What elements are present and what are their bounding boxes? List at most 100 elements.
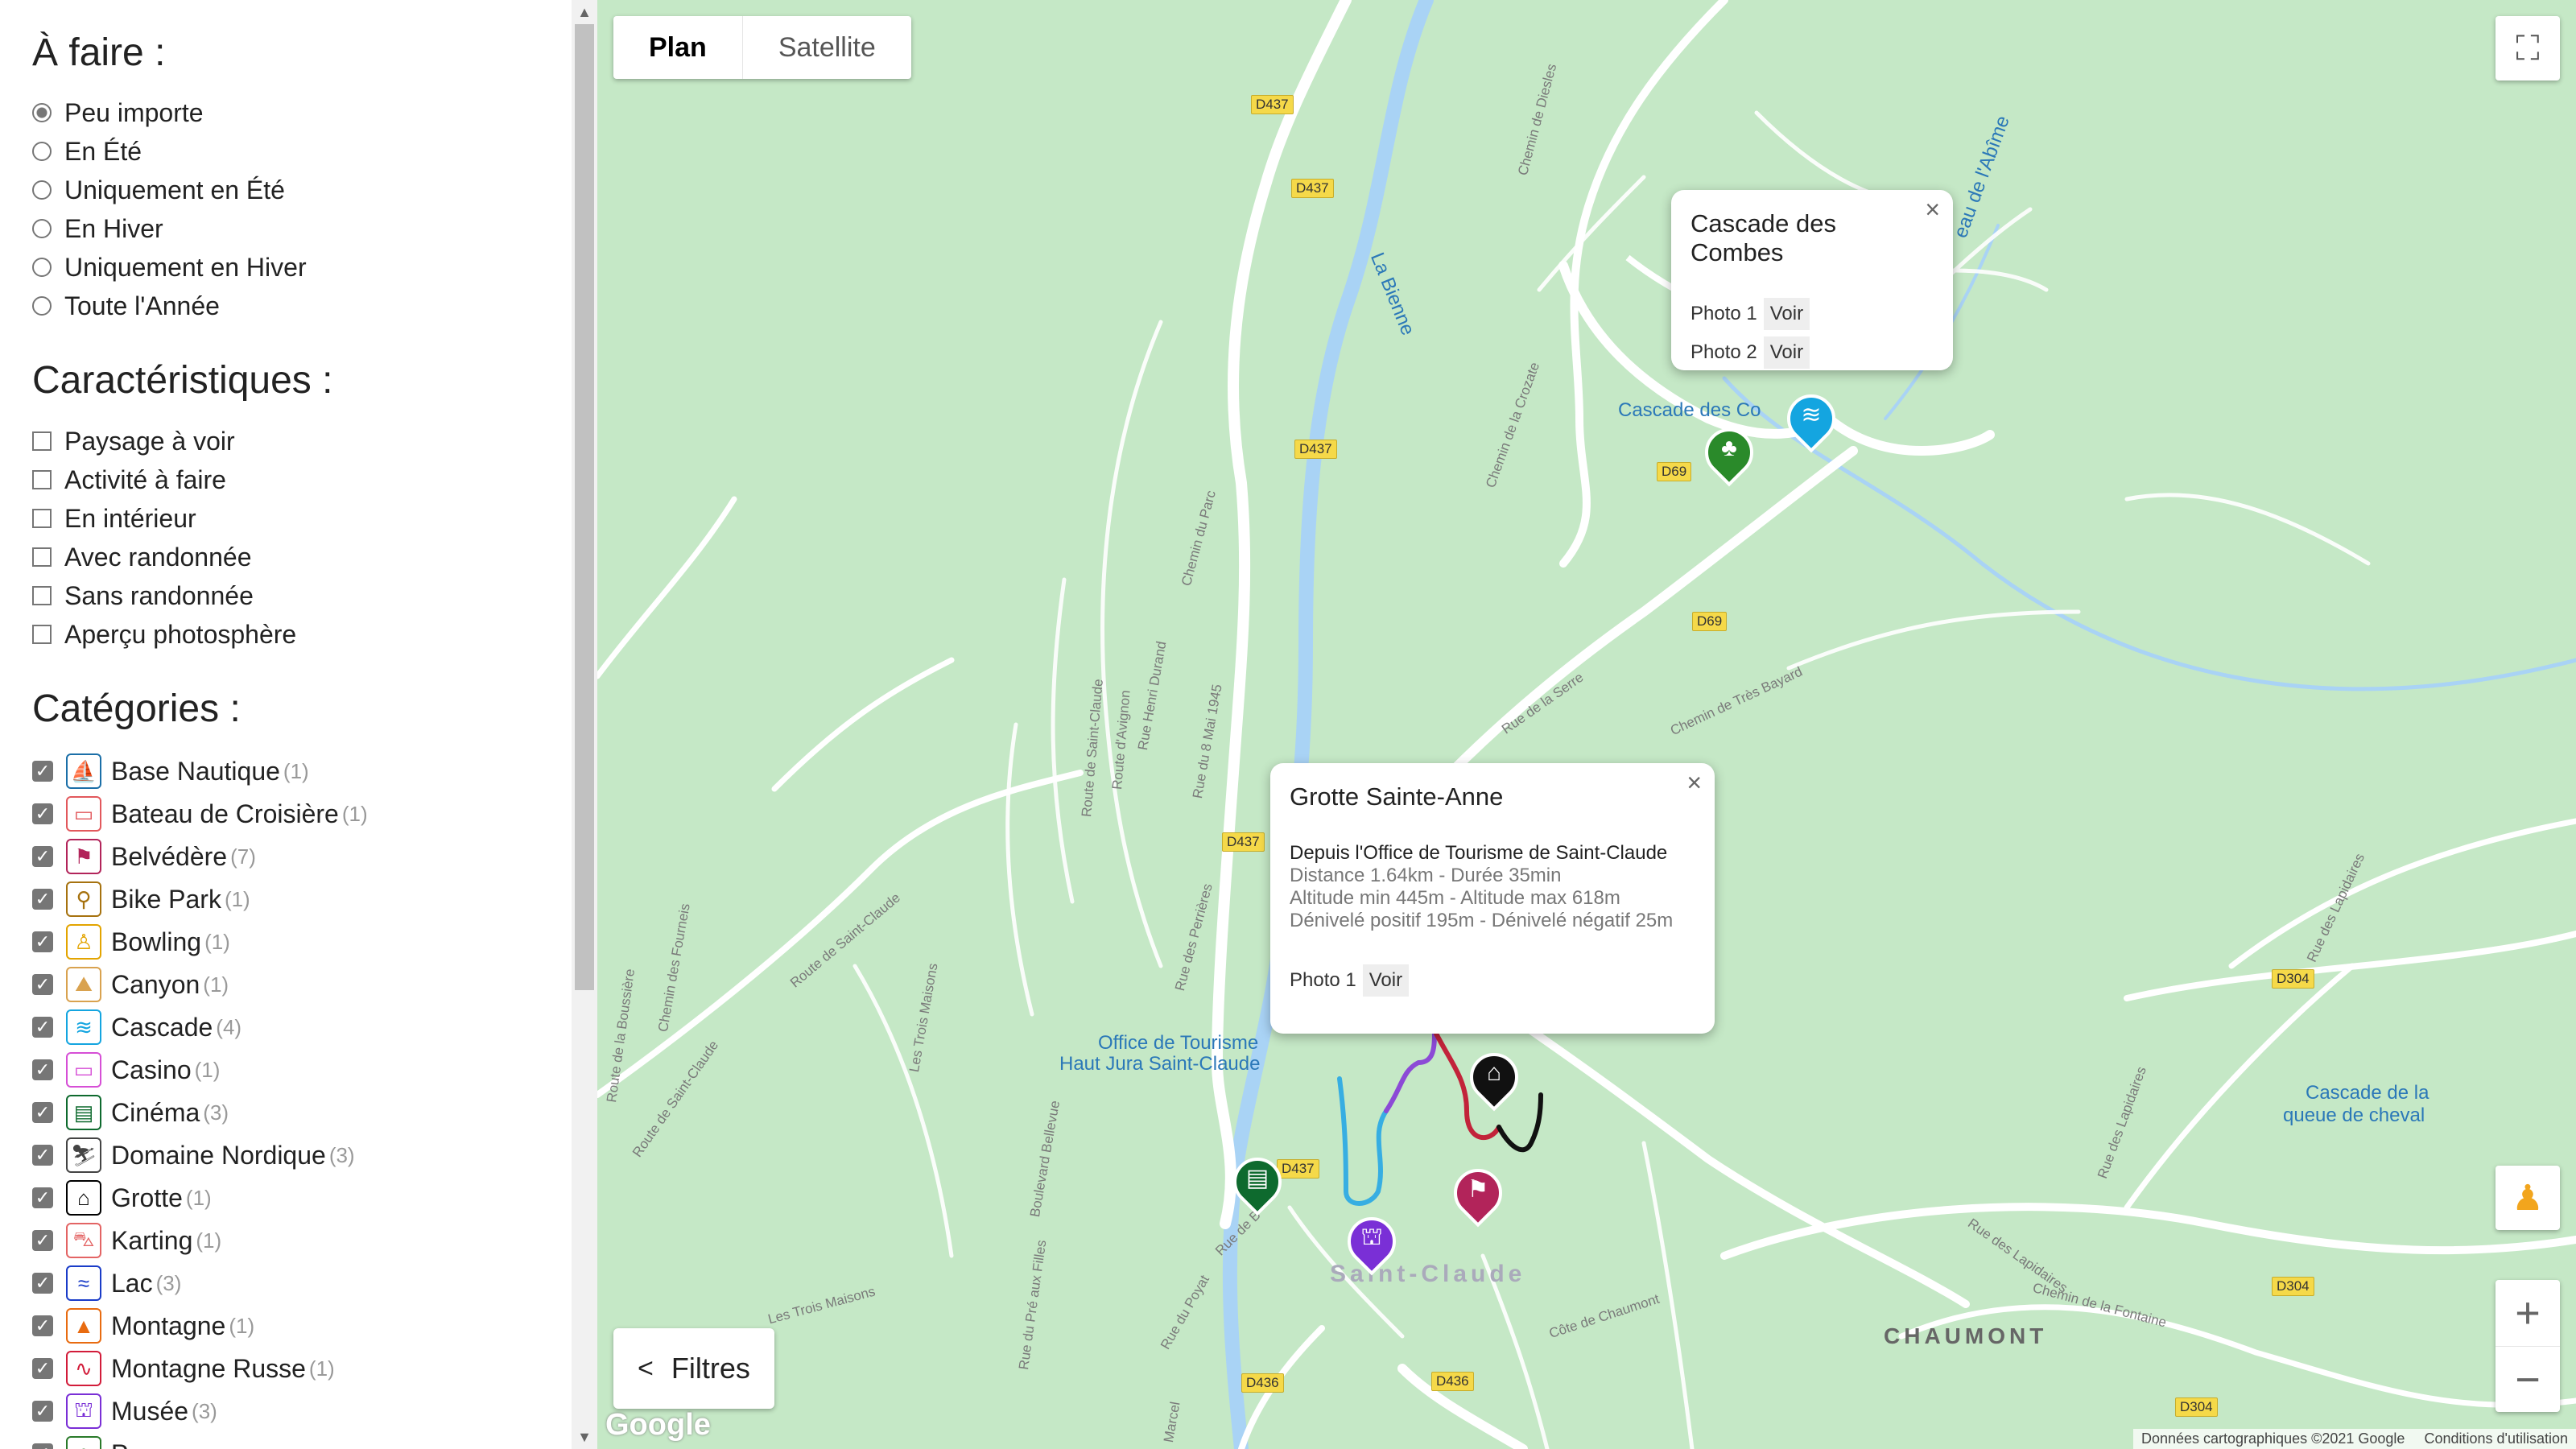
- sailboat-icon: ⛵: [66, 753, 101, 789]
- checkbox[interactable]: [32, 547, 52, 567]
- checkbox[interactable]: ✓: [32, 1315, 53, 1336]
- map-view[interactable]: D437 D437 D437 D437 D437 D69 D69 D304 D3…: [597, 0, 2576, 1449]
- checkbox[interactable]: [32, 470, 52, 489]
- cave-icon: ⌂: [66, 1180, 101, 1216]
- category-option[interactable]: ✓ ▤ Cinéma (3): [32, 1093, 229, 1132]
- close-icon[interactable]: ×: [1925, 195, 1940, 225]
- museum-marker[interactable]: ⛫: [1337, 1207, 1406, 1290]
- category-option[interactable]: ✓ ⛵ Base Nautique (1): [32, 752, 309, 791]
- park-icon: ♣: [66, 1436, 101, 1449]
- todo-option[interactable]: Uniquement en Hiver: [32, 250, 307, 285]
- checkbox[interactable]: ✓: [32, 1443, 53, 1449]
- checkbox[interactable]: ✓: [32, 1187, 53, 1208]
- feature-option[interactable]: Aperçu photosphère: [32, 617, 296, 652]
- scroll-up-arrow-icon[interactable]: ▲: [572, 0, 597, 24]
- checkbox[interactable]: [32, 586, 52, 605]
- close-icon[interactable]: ×: [1686, 768, 1702, 798]
- todo-heading: À faire :: [32, 31, 166, 74]
- radio-button[interactable]: [32, 296, 52, 316]
- category-count: (1): [203, 972, 229, 997]
- checkbox[interactable]: ✓: [32, 1401, 53, 1422]
- todo-option[interactable]: En Hiver: [32, 211, 163, 246]
- category-option[interactable]: ✓ ≋ Cascade (4): [32, 1008, 242, 1046]
- map-attribution: Données cartographiques ©2021 Google Con…: [2132, 1429, 2576, 1449]
- checkbox[interactable]: ✓: [32, 846, 53, 867]
- cascade-marker[interactable]: ≋: [1777, 384, 1846, 467]
- checkbox[interactable]: ✓: [32, 1102, 53, 1123]
- road-shield: D436: [1241, 1373, 1284, 1393]
- category-option[interactable]: ✓ ⛫ Musée (3): [32, 1392, 217, 1430]
- street-view-pegman-icon[interactable]: ♟: [2496, 1166, 2560, 1230]
- road-shield: D437: [1222, 832, 1265, 852]
- checkbox[interactable]: ✓: [32, 1273, 53, 1294]
- category-option[interactable]: ✓ ▭ Casino (1): [32, 1051, 220, 1089]
- checkbox[interactable]: ✓: [32, 931, 53, 952]
- category-count: (1): [224, 886, 250, 911]
- category-option[interactable]: ✓ ≈ Lac (3): [32, 1264, 181, 1302]
- todo-option[interactable]: En Été: [32, 134, 142, 169]
- category-option[interactable]: ✓ ⛰ Canyon (1): [32, 965, 229, 1004]
- popup-title: Cascade des Combes: [1690, 209, 1836, 266]
- sidebar-scrollbar[interactable]: ▲ ▼: [572, 0, 597, 1449]
- category-count: (4): [216, 1014, 242, 1039]
- grotte-marker[interactable]: ⌂: [1459, 1042, 1529, 1125]
- checkbox[interactable]: [32, 625, 52, 644]
- checkbox[interactable]: ✓: [32, 803, 53, 824]
- scrollbar-thumb[interactable]: [575, 24, 594, 990]
- category-option[interactable]: ✓ ∿ Montagne Russe (1): [32, 1349, 335, 1388]
- scroll-down-arrow-icon[interactable]: ▼: [572, 1425, 597, 1449]
- belvedere-marker[interactable]: ⚑: [1443, 1158, 1513, 1241]
- checkbox[interactable]: ✓: [32, 761, 53, 782]
- radio-button[interactable]: [32, 180, 52, 200]
- filters-button[interactable]: < Filtres: [613, 1328, 774, 1409]
- checkbox[interactable]: ✓: [32, 1017, 53, 1038]
- category-label: Base Nautique: [111, 756, 280, 786]
- checkbox[interactable]: ✓: [32, 1059, 53, 1080]
- zoom-out-icon[interactable]: −: [2496, 1347, 2560, 1413]
- cinema-marker[interactable]: ▤: [1223, 1147, 1292, 1230]
- feature-option[interactable]: En intérieur: [32, 501, 196, 536]
- voir-button[interactable]: Voir: [1362, 964, 1410, 997]
- feature-option[interactable]: Sans randonnée: [32, 578, 254, 613]
- radio-button[interactable]: [32, 103, 52, 122]
- category-option[interactable]: ✓ ⛍ Karting (1): [32, 1221, 221, 1260]
- popup-grotte-sainte-anne: × Grotte Sainte-Anne Depuis l'Office de …: [1270, 763, 1715, 1034]
- category-option[interactable]: ✓ ▭ Bateau de Croisière (1): [32, 795, 368, 833]
- checkbox[interactable]: ✓: [32, 974, 53, 995]
- map-type-satellite-button[interactable]: Satellite: [743, 16, 911, 79]
- category-label: Musée: [111, 1396, 189, 1426]
- voir-button[interactable]: Voir: [1763, 336, 1810, 369]
- todo-option[interactable]: Toute l'Année: [32, 288, 220, 324]
- map-type-plan-button[interactable]: Plan: [613, 16, 743, 79]
- feature-option[interactable]: Paysage à voir: [32, 423, 235, 459]
- park-marker[interactable]: ♣: [1695, 418, 1764, 501]
- waterfall-icon: ≋: [1801, 402, 1822, 428]
- category-option[interactable]: ✓ ▲ Montagne (1): [32, 1307, 254, 1345]
- feature-option[interactable]: Activité à faire: [32, 462, 226, 497]
- zoom-in-icon[interactable]: +: [2496, 1280, 2560, 1347]
- category-option[interactable]: ✓ ⚑ Belvédère (7): [32, 837, 256, 876]
- fullscreen-icon[interactable]: ⛶: [2496, 16, 2560, 80]
- voir-button[interactable]: Voir: [1763, 298, 1810, 330]
- category-label: Belvédère: [111, 841, 228, 871]
- checkbox[interactable]: ✓: [32, 889, 53, 910]
- checkbox[interactable]: [32, 509, 52, 528]
- checkbox[interactable]: ✓: [32, 1358, 53, 1379]
- checkbox[interactable]: ✓: [32, 1230, 53, 1251]
- category-option[interactable]: ✓ ⛷ Domaine Nordique (3): [32, 1136, 355, 1174]
- checkbox[interactable]: ✓: [32, 1145, 53, 1166]
- category-option[interactable]: ✓ ⚲ Bike Park (1): [32, 880, 250, 919]
- category-option[interactable]: ✓ ♣ P: [32, 1435, 131, 1449]
- radio-button[interactable]: [32, 142, 52, 161]
- terms-link[interactable]: Conditions d'utilisation: [2424, 1430, 2568, 1447]
- category-option[interactable]: ✓ ♙ Bowling (1): [32, 923, 230, 961]
- category-option[interactable]: ✓ ⌂ Grotte (1): [32, 1179, 212, 1217]
- photo-row: Photo 1 Voir: [1290, 964, 1695, 997]
- feature-option[interactable]: Avec randonnée: [32, 539, 251, 575]
- todo-option[interactable]: Uniquement en Été: [32, 172, 285, 208]
- todo-option[interactable]: Peu importe: [32, 95, 204, 130]
- checkbox[interactable]: [32, 431, 52, 451]
- radio-button[interactable]: [32, 258, 52, 277]
- radio-button[interactable]: [32, 219, 52, 238]
- cascade-queue-label-2: queue de cheval: [2283, 1104, 2425, 1126]
